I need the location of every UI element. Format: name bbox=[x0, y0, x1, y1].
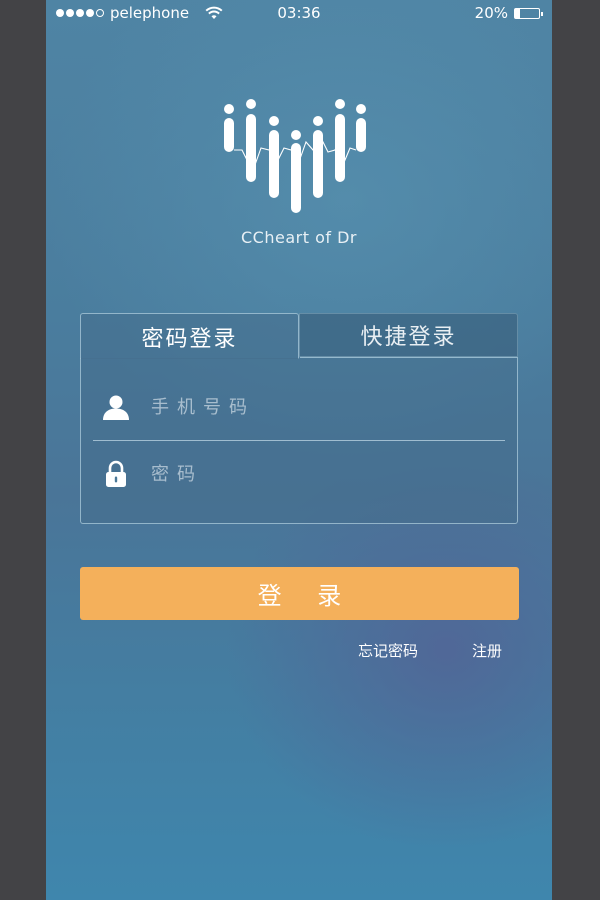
tab-password-login[interactable]: 密码登录 bbox=[80, 313, 299, 359]
battery-icon bbox=[514, 7, 543, 19]
heart-logo-icon bbox=[224, 99, 366, 213]
status-bar: pelephone 03:36 20% bbox=[46, 0, 552, 26]
login-tabs: 密码登录 快捷登录 bbox=[80, 313, 518, 359]
forgot-password-link[interactable]: 忘记密码 bbox=[358, 640, 418, 661]
battery-percent: 20% bbox=[474, 4, 508, 22]
brand-name: CCheart of Dr bbox=[241, 228, 357, 247]
login-form bbox=[80, 357, 518, 524]
battery-level bbox=[515, 8, 520, 18]
password-input[interactable] bbox=[149, 462, 505, 486]
phone-screen: pelephone 03:36 20% CCheart of Dr 密码登录 快… bbox=[46, 0, 552, 900]
user-icon bbox=[101, 392, 131, 422]
tab-quick-login[interactable]: 快捷登录 bbox=[299, 313, 518, 357]
login-button[interactable]: 登 录 bbox=[80, 567, 519, 620]
password-field bbox=[93, 441, 505, 507]
status-right: 20% bbox=[474, 4, 543, 22]
register-link[interactable]: 注册 bbox=[472, 640, 502, 661]
phone-field bbox=[93, 374, 505, 441]
lock-icon bbox=[101, 459, 131, 489]
phone-number-input[interactable] bbox=[149, 395, 505, 419]
